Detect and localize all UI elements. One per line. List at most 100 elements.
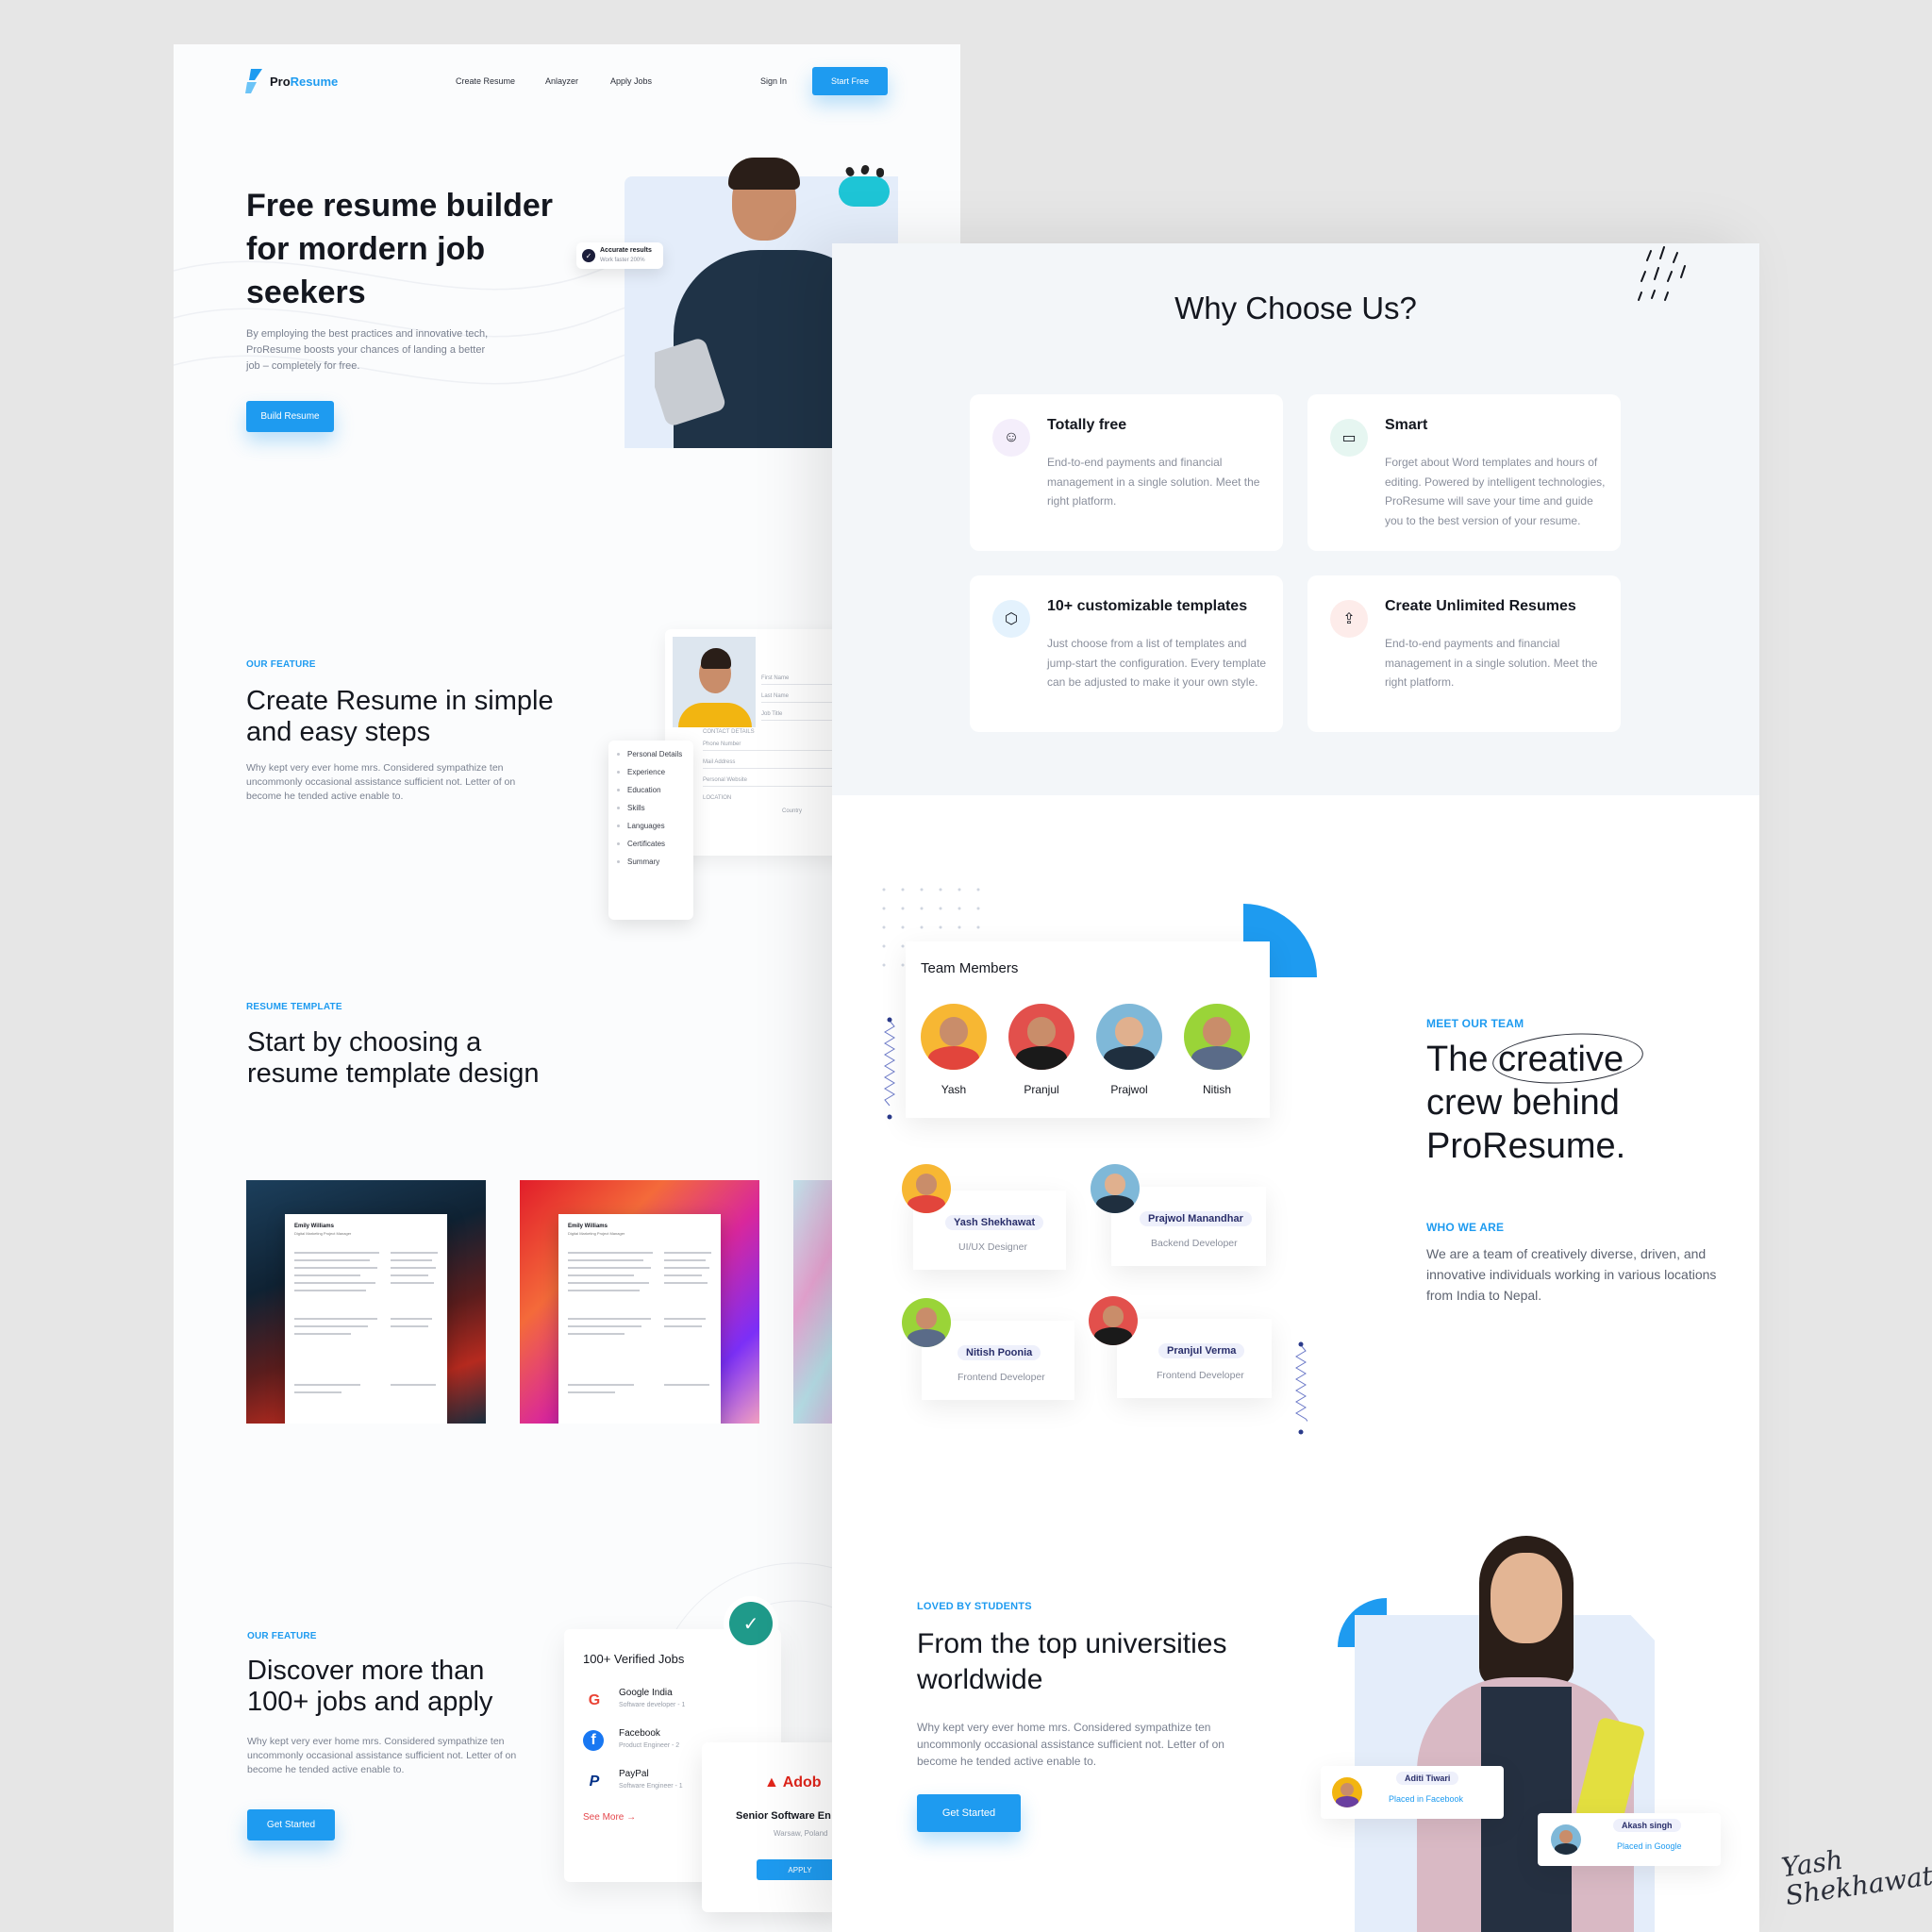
profile-photo: [673, 637, 756, 727]
adobe-logo: ▲ Adob: [764, 1774, 822, 1791]
field-phone[interactable]: Phone Number: [703, 741, 741, 747]
accurate-results-badge: ✓ Accurate results Work faster 200%: [576, 242, 663, 269]
see-more-link[interactable]: See More →: [583, 1812, 636, 1823]
job-role: Product Engineer - 2: [619, 1742, 680, 1749]
highlight-word: creative: [1491, 1028, 1645, 1089]
field-country[interactable]: Country: [782, 808, 802, 814]
templates-eyebrow: RESUME TEMPLATE: [246, 1002, 342, 1012]
sign-in-link[interactable]: Sign In: [760, 76, 787, 86]
avatar[interactable]: [1096, 1004, 1162, 1070]
apply-button[interactable]: APPLY: [757, 1859, 843, 1880]
feature-card-unlimited: ⇪ Create Unlimited Resumes End-to-end pa…: [1307, 575, 1621, 732]
feature-card-text: Just choose from a list of templates and…: [1047, 637, 1267, 689]
template-card-2[interactable]: Emily Williams Digital Marketing Project…: [520, 1180, 759, 1424]
steps-sidebar: Personal Details Experience Education Sk…: [608, 741, 693, 920]
location-label: LOCATION: [703, 795, 732, 801]
feature-card-templates: ⬡ 10+ customizable templates Just choose…: [970, 575, 1283, 732]
template-card-1[interactable]: Emily Williams Digital Marketing Project…: [246, 1180, 486, 1424]
field-website[interactable]: Personal Website: [703, 777, 747, 783]
job-company: PayPal: [619, 1769, 649, 1779]
avatar[interactable]: [1091, 1164, 1140, 1213]
avatar[interactable]: [1008, 1004, 1074, 1070]
adobe-job-location: Warsaw, Poland: [774, 1829, 828, 1838]
resume-name: Emily Williams: [568, 1224, 608, 1229]
students-title: From the top universities worldwide: [917, 1628, 1227, 1695]
brand-name-pre: Pro: [270, 74, 291, 89]
templates-title: Start by choosing a resume template desi…: [247, 1027, 540, 1089]
feature-card-title: Create Unlimited Resumes: [1385, 598, 1576, 614]
verified-jobs-title: 100+ Verified Jobs: [583, 1652, 685, 1666]
jobs-get-started-button[interactable]: Get Started: [247, 1809, 335, 1840]
profile-role: Frontend Developer: [958, 1372, 1045, 1383]
field-mail[interactable]: Mail Address: [703, 759, 735, 765]
student-badge: Akash singh Placed in Google: [1538, 1813, 1721, 1866]
step-education[interactable]: Education: [614, 786, 682, 804]
feature-card-text: End-to-end payments and financial manage…: [1385, 637, 1598, 689]
build-resume-button[interactable]: Build Resume: [246, 401, 334, 432]
feature-card-text: End-to-end payments and financial manage…: [1047, 456, 1260, 508]
paypal-icon: P: [589, 1774, 600, 1790]
screen-icon: ▭: [1330, 419, 1368, 457]
student-badge-sub: Placed in Facebook: [1389, 1794, 1464, 1804]
upload-icon: ⇪: [1330, 600, 1368, 638]
field-job-title[interactable]: Job Title: [761, 711, 782, 717]
feature-card-title: 10+ customizable templates: [1047, 598, 1248, 614]
step-languages[interactable]: Languages: [614, 822, 682, 840]
field-first-name[interactable]: First Name: [761, 675, 789, 681]
step-experience[interactable]: Experience: [614, 768, 682, 786]
job-item[interactable]: G Google India Software developer - 1: [583, 1688, 724, 1722]
profile-name: Prajwol Manandhar: [1140, 1211, 1252, 1226]
who-we-are-label: WHO WE ARE: [1426, 1221, 1505, 1234]
member-name: Yash: [941, 1083, 967, 1096]
job-role: Software Engineer - 1: [619, 1783, 683, 1790]
students-get-started-button[interactable]: Get Started: [917, 1794, 1021, 1832]
resume-role: Digital Marketing Project Manager: [568, 1231, 625, 1236]
avatar[interactable]: [902, 1298, 951, 1347]
team-title-part: crew behind: [1426, 1083, 1620, 1123]
feature-text: Why kept very ever home mrs. Considered …: [246, 762, 516, 802]
avatar[interactable]: [1089, 1296, 1138, 1345]
brand-name-post: Resume: [290, 74, 339, 89]
team-eyebrow: MEET OUR TEAM: [1426, 1017, 1524, 1030]
step-personal-details[interactable]: Personal Details: [614, 750, 682, 768]
step-skills[interactable]: Skills: [614, 804, 682, 822]
student-badge: Aditi Tiwari Placed in Facebook: [1321, 1766, 1504, 1819]
step-summary[interactable]: Summary: [614, 858, 682, 875]
check-icon: ✓: [582, 249, 595, 262]
badge-title: Accurate results: [600, 247, 652, 254]
adobe-icon: ▲: [764, 1774, 779, 1790]
feature-card-title: Totally free: [1047, 417, 1127, 433]
avatar: [1551, 1824, 1581, 1855]
hero-text: By employing the best practices and inno…: [246, 328, 489, 372]
field-last-name[interactable]: Last Name: [761, 693, 789, 699]
cube-icon: ⬡: [992, 600, 1030, 638]
google-icon: G: [588, 1692, 601, 1708]
step-certificates[interactable]: Certificates: [614, 840, 682, 858]
adobe-logo-text: Adob: [782, 1774, 822, 1790]
facebook-icon: f: [583, 1730, 604, 1751]
avatar: [1332, 1777, 1362, 1807]
contact-details-label: CONTACT DETAILS: [703, 729, 755, 735]
job-company: Facebook: [619, 1728, 660, 1739]
member-name: Prajwol: [1110, 1083, 1148, 1096]
resume-name: Emily Williams: [294, 1224, 334, 1229]
profile-role: UI/UX Designer: [958, 1241, 1027, 1253]
nav-apply-jobs[interactable]: Apply Jobs: [610, 76, 652, 86]
avatar[interactable]: [1184, 1004, 1250, 1070]
profile-card: Pranjul Verma Frontend Developer: [1117, 1319, 1272, 1398]
avatar[interactable]: [921, 1004, 987, 1070]
jobs-text: Why kept very ever home mrs. Considered …: [247, 1736, 517, 1775]
start-free-button[interactable]: Start Free: [812, 67, 888, 95]
nav-analyzer[interactable]: Anlayzer: [545, 76, 578, 86]
logo[interactable]: Pro Resume: [245, 69, 338, 93]
badge-sub: Work faster 200%: [600, 258, 645, 263]
team-title-part: The: [1426, 1040, 1489, 1079]
team-members-title: Team Members: [921, 960, 1019, 976]
students-eyebrow: LOVED BY STUDENTS: [917, 1601, 1032, 1612]
profile-name: Nitish Poonia: [958, 1345, 1041, 1360]
nav-create-resume[interactable]: Create Resume: [456, 76, 515, 86]
team-title: The creative crew behind ProResume.: [1426, 1028, 1709, 1168]
avatar[interactable]: [902, 1164, 951, 1213]
jobs-eyebrow: OUR FEATURE: [247, 1631, 317, 1641]
circle-doodle: [1491, 1028, 1645, 1089]
